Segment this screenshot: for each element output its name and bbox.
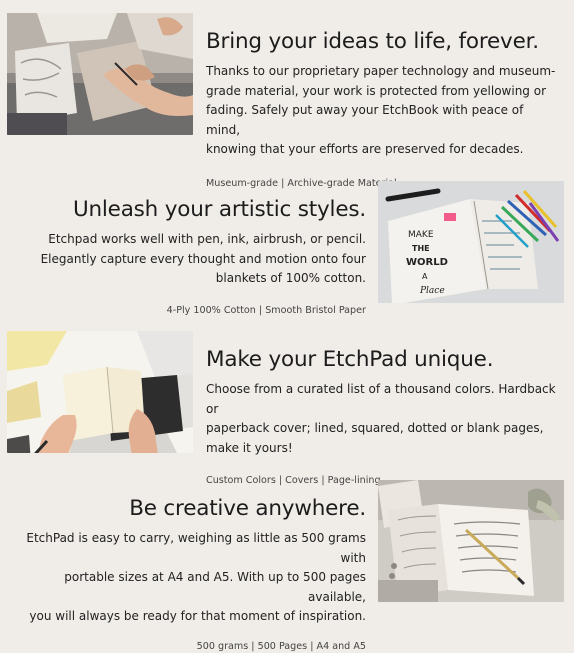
description-line: Thanks to our proprietary paper technolo… (206, 64, 556, 78)
feature-description: Thanks to our proprietary paper technolo… (206, 62, 556, 160)
description-line: Elegantly capture every thought and moti… (40, 251, 366, 266)
description-line: you will always be ready for that moment… (29, 609, 366, 623)
description-line: portable sizes at A4 and A5. With up to … (64, 570, 366, 604)
journal-with-pen-photo (378, 480, 564, 602)
feature-description: Choose from a curated list of a thousand… (206, 380, 566, 458)
description-line: knowing that your efforts are preserved … (206, 142, 524, 156)
description-line: Etchpad works well with pen, ink, airbru… (48, 232, 366, 246)
photo-lettering-a: A (422, 272, 428, 281)
photo-lettering-place: Place (419, 286, 445, 296)
feature-description: Etchpad works well with pen, ink, airbru… (10, 230, 366, 289)
description-line: blankets of 100% cotton. (215, 271, 366, 285)
description-line: grade material, your work is protected f… (206, 83, 547, 98)
feature-title: Unleash your artistic styles. (72, 197, 366, 222)
open-notebook-hands-photo (7, 331, 193, 453)
feature-tags: 4-Ply 100% Cotton | Smooth Bristol Paper (166, 304, 366, 316)
feature-title: Make your EtchPad unique. (206, 347, 494, 372)
description-line: paperback cover; lined, squared, dotted … (206, 421, 544, 435)
photo-lettering-world: WORLD (406, 257, 448, 268)
description-line: make it yours! (206, 440, 293, 455)
photo-lettering-make: MAKE (408, 230, 434, 240)
feature-text-block: Bring your ideas to life, forever. Thank… (206, 28, 556, 190)
description-line: fading. Safely put away your EtchBook wi… (206, 103, 524, 137)
description-line: Choose from a curated list of a thousand… (206, 382, 556, 416)
feature-title: Be creative anywhere. (129, 496, 366, 521)
lettering-notebook-photo: MAKE THE WORLD A Place (378, 181, 564, 303)
photo-lettering-the: THE (412, 244, 430, 253)
description-line: EtchPad is easy to carry, weighing as li… (26, 531, 366, 565)
feature-text-block: Make your EtchPad unique. Choose from a … (206, 346, 566, 487)
feature-tags: 500 grams | 500 Pages | A4 and A5 (196, 640, 366, 652)
sketching-hands-photo (7, 13, 193, 135)
feature-title: Bring your ideas to life, forever. (206, 29, 539, 54)
feature-description: EtchPad is easy to carry, weighing as li… (10, 529, 366, 627)
feature-text-block: Unleash your artistic styles. Etchpad wo… (10, 196, 367, 317)
feature-text-block: Be creative anywhere. EtchPad is easy to… (10, 495, 366, 653)
